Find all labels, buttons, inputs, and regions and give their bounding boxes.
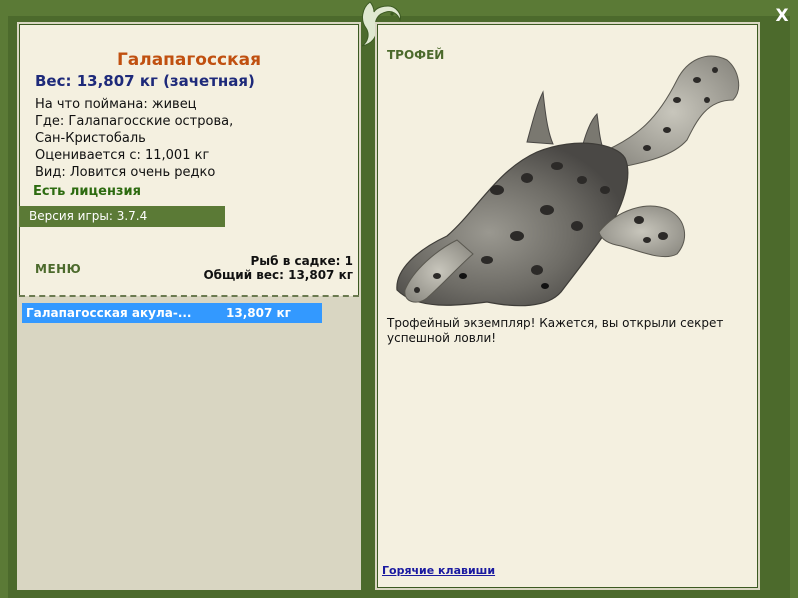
fish-title: Галапагосская <box>116 50 262 70</box>
fish-details: На что поймана: живец Где: Галапагосские… <box>35 96 233 181</box>
hotkeys-link[interactable]: Горячие клавиши <box>382 564 495 577</box>
menu-button[interactable]: МЕНЮ <box>35 262 81 276</box>
shark-image <box>396 55 740 307</box>
catch-info-panel: Галапагосская Вес: 13,807 кг (зачетная) … <box>17 22 361 590</box>
close-button[interactable]: X <box>771 6 793 26</box>
trophy-panel: ТРОФЕЙ Трофейный экземпляр! Кажется, вы … <box>375 22 760 590</box>
detail-rarity: Вид: Ловится очень редко <box>35 165 216 180</box>
keepnet-stats: Рыб в садке: 1 Общий вес: 13,807 кг <box>203 254 353 282</box>
game-version: Версия игры: 3.7.4 <box>19 206 225 227</box>
catch-item-name: Галапагосская акула-... <box>26 306 192 320</box>
detail-location-place: Сан-Кристобаль <box>35 131 146 146</box>
detail-trophy-threshold: Оценивается с: 11,001 кг <box>35 148 210 163</box>
catch-list <box>19 296 359 588</box>
keepnet-count: Рыб в садке: 1 <box>250 254 354 268</box>
catch-item-weight: 13,807 кг <box>226 306 291 320</box>
catch-list-item[interactable]: Галапагосская акула-... 13,807 кг <box>22 303 322 323</box>
trophy-message: Трофейный экземпляр! Кажется, вы открыли… <box>387 316 724 345</box>
fish-weight: Вес: 13,807 кг (зачетная) <box>35 72 255 90</box>
detail-location: Где: Галапагосские острова, <box>35 114 234 129</box>
keepnet-total-weight: Общий вес: 13,807 кг <box>203 268 353 282</box>
detail-bait: На что поймана: живец <box>35 97 197 112</box>
divider <box>19 295 359 297</box>
license-status: Есть лицензия <box>33 184 141 199</box>
